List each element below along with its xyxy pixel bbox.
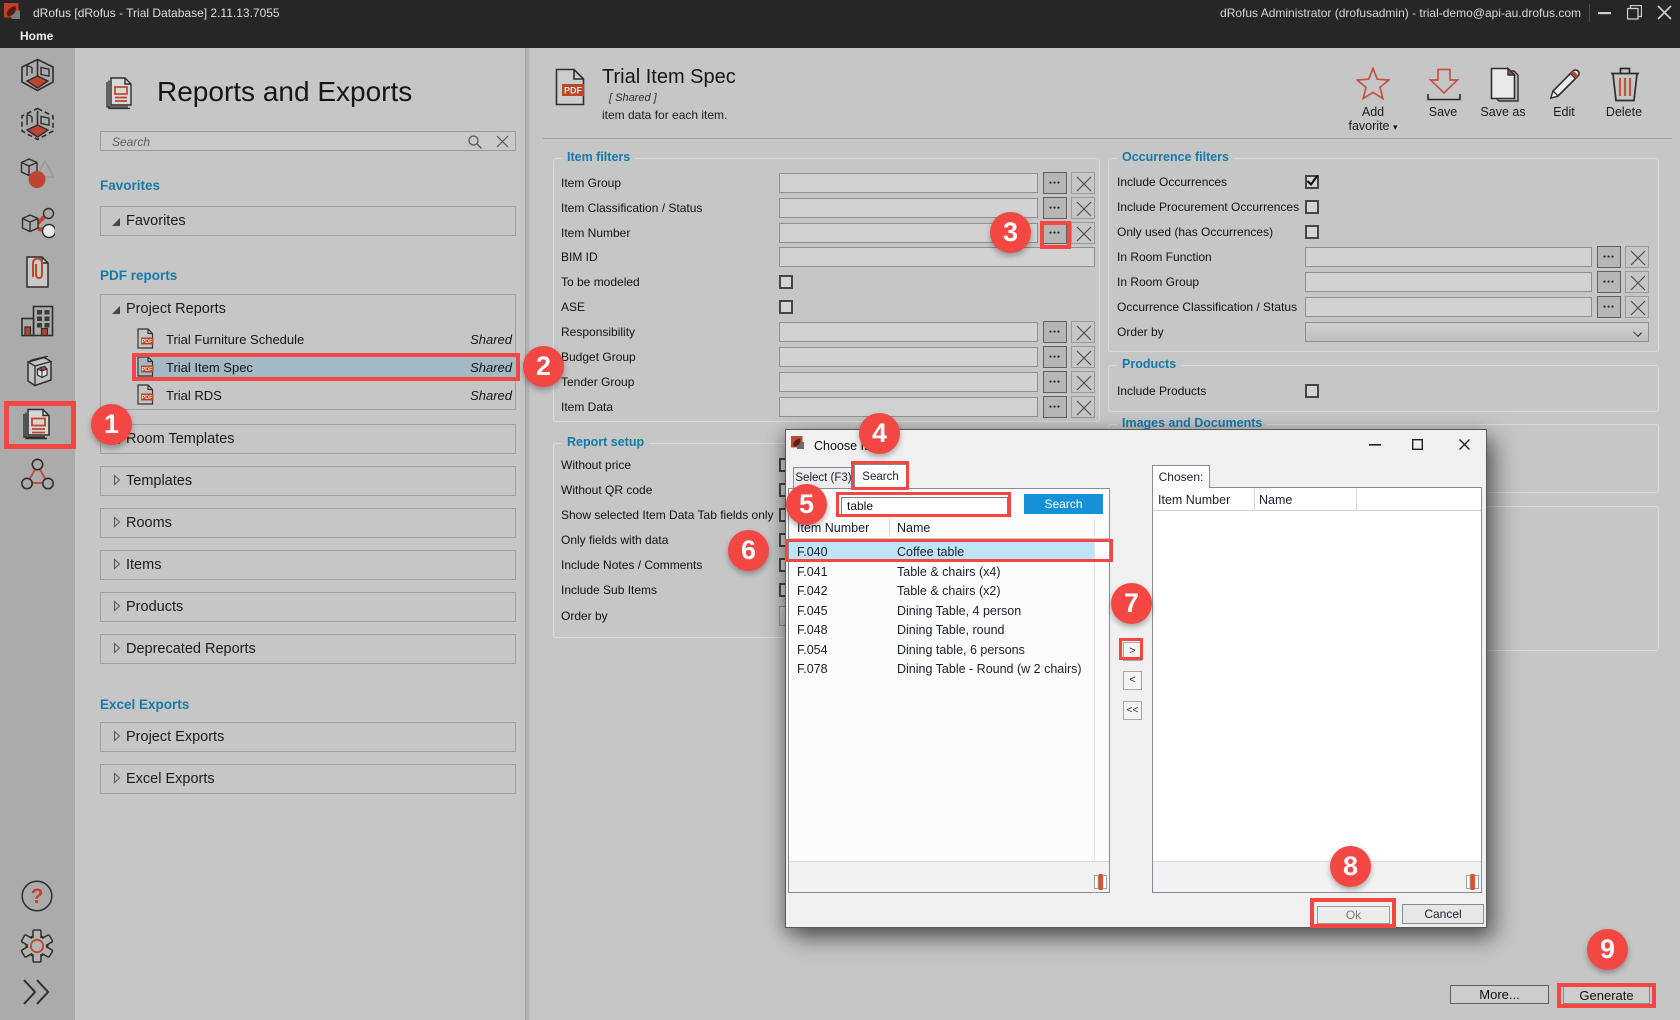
svg-text:PDF: PDF xyxy=(564,86,583,96)
svg-text:?: ? xyxy=(31,885,44,908)
svg-text:PDF: PDF xyxy=(142,395,154,401)
svg-text:PDF: PDF xyxy=(142,339,154,345)
